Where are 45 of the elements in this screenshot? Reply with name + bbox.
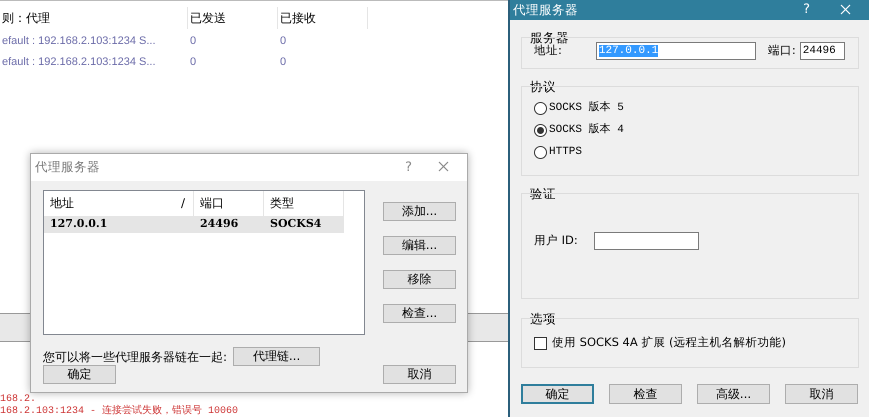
- field-label: 用户 ID:: [534, 232, 578, 250]
- dialog-button[interactable]: 检查: [609, 384, 682, 404]
- dialog-title: 代理服务器: [513, 0, 579, 19]
- proxy-list[interactable]: 地址 / 端口 类型 127.0.0.1 24496 SOCKS4: [43, 190, 365, 335]
- radio-label: SOCKS 版本 5: [549, 100, 624, 116]
- radio-button[interactable]: [534, 124, 547, 136]
- radio-label: SOCKS 版本 4: [549, 122, 624, 138]
- log-line: 168.2.: [0, 394, 38, 406]
- table-cell-text: 0: [279, 34, 288, 50]
- proxy-chain-button[interactable]: 代理链...: [233, 347, 320, 366]
- table-cell-text: 0: [189, 55, 198, 70]
- checkbox[interactable]: [534, 336, 547, 350]
- field-label: 地址:: [534, 43, 562, 60]
- dialog-button[interactable]: 高级...: [697, 384, 770, 404]
- checkbox-label: 使用 SOCKS 4A 扩展 (远程主机名解析功能): [552, 334, 786, 352]
- radio-button[interactable]: [534, 146, 547, 158]
- dialog-button[interactable]: 取消: [785, 384, 858, 404]
- column-header[interactable]: 已接收: [278, 7, 368, 29]
- dialog-button[interactable]: 检查...: [383, 304, 456, 323]
- cancel-button[interactable]: 取消: [383, 365, 456, 384]
- radio-button[interactable]: [534, 102, 547, 114]
- dialog-title: 代理服务器: [35, 158, 101, 176]
- field-label: 端口:: [768, 42, 796, 60]
- column-header[interactable]: 已发送: [188, 7, 278, 29]
- radio-label: HTTPS: [549, 144, 582, 160]
- table-cell-text: efault : 192.168.2.103:1234 S...: [1, 34, 157, 50]
- table-cell-text: efault : 192.168.2.103:1234 S...: [1, 55, 157, 70]
- ok-button[interactable]: 确定: [43, 365, 116, 384]
- port-field[interactable]: 24496: [800, 42, 845, 60]
- log-line: 168.2.103:1234 - 连接尝试失败，错误号 10060: [0, 406, 238, 417]
- column-header[interactable]: 地址: [50, 191, 181, 216]
- user-id-field[interactable]: [594, 232, 699, 250]
- help-button[interactable]: ?: [795, 0, 818, 20]
- list-row[interactable]: 127.0.0.1 24496 SOCKS4: [44, 216, 344, 233]
- dialog-button[interactable]: 移除: [383, 270, 456, 289]
- dialog-button[interactable]: 添加...: [383, 202, 456, 221]
- sort-mark: /: [180, 195, 186, 212]
- table-cell-text: 0: [279, 55, 288, 70]
- dialog-button[interactable]: 编辑...: [383, 236, 456, 255]
- table-cell-text: 0: [189, 34, 198, 50]
- chain-note: 您可以将一些代理服务器链在一起:: [43, 349, 228, 365]
- help-button[interactable]: ?: [397, 158, 420, 178]
- column-header[interactable]: 则：代理: [0, 7, 188, 29]
- dialog-button[interactable]: 确定: [521, 384, 594, 404]
- close-icon[interactable]: [438, 161, 449, 172]
